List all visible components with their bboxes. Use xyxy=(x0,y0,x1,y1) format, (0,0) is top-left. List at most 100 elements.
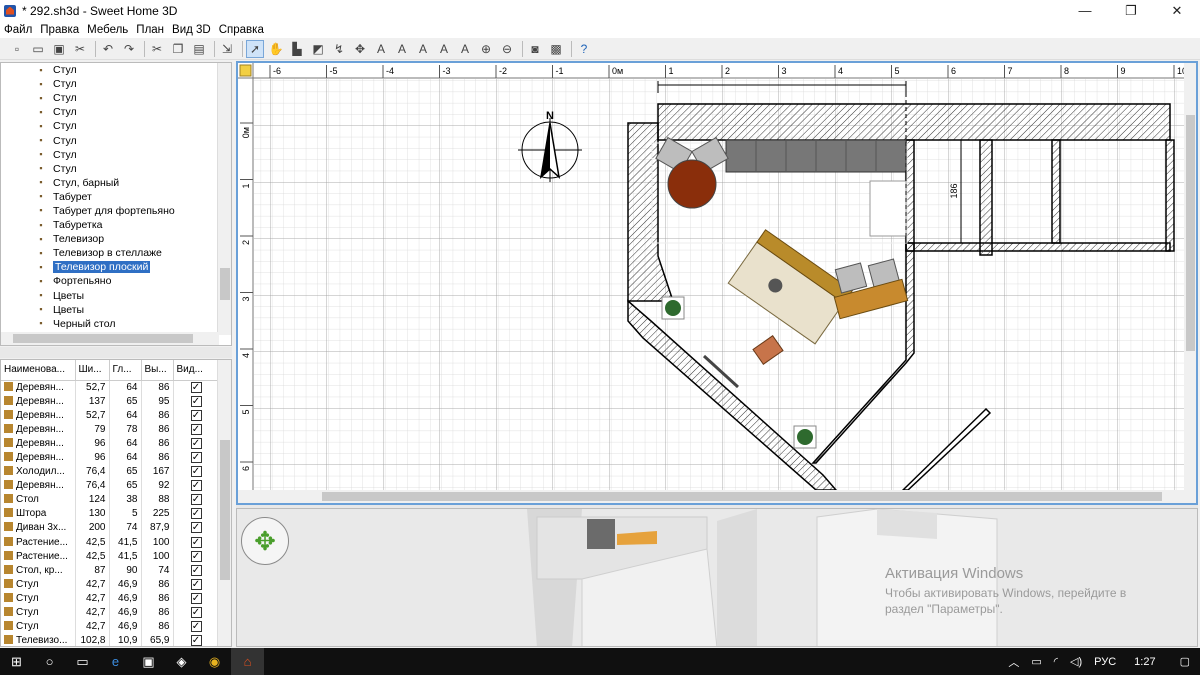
task-view-icon[interactable]: ▭ xyxy=(66,648,99,675)
visible-checkbox[interactable]: ✓ xyxy=(190,409,202,421)
visible-checkbox[interactable]: ✓ xyxy=(190,564,202,576)
minimize-button[interactable]: — xyxy=(1062,0,1108,21)
catalog-item[interactable]: ▪ Стул xyxy=(1,133,231,147)
search-icon[interactable]: ○ xyxy=(33,648,66,675)
text-italic-icon[interactable]: A xyxy=(456,40,474,58)
table-row[interactable]: Растение... 42,5 41,5 100 ✓ xyxy=(1,535,220,550)
help-icon[interactable]: ? xyxy=(575,40,593,58)
italic-icon[interactable]: A xyxy=(435,40,453,58)
ruler-corner-icon[interactable] xyxy=(239,64,252,77)
catalog-item[interactable]: ▪ Стул xyxy=(1,91,231,105)
visible-checkbox[interactable]: ✓ xyxy=(190,494,202,506)
menu-help[interactable]: Справка xyxy=(215,24,268,36)
catalog-item[interactable]: ▪ Цветы xyxy=(1,303,231,317)
table-row[interactable]: Стул 42,7 46,9 86 ✓ xyxy=(1,605,220,620)
visible-checkbox[interactable]: ✓ xyxy=(190,536,202,548)
create-photo-icon[interactable]: ◙ xyxy=(526,40,544,58)
catalog-horizontal-scrollbar[interactable] xyxy=(1,332,219,345)
open-icon[interactable]: ▭ xyxy=(29,40,47,58)
table-row[interactable]: Деревян... 96 64 86 ✓ xyxy=(1,450,220,465)
visible-checkbox[interactable]: ✓ xyxy=(190,395,202,407)
add-furniture-icon[interactable]: ⇲ xyxy=(218,40,236,58)
catalog-item[interactable]: ▪ Стул xyxy=(1,119,231,133)
catalog-item[interactable]: ▪ Фортепьяно xyxy=(1,274,231,288)
visible-checkbox[interactable]: ✓ xyxy=(190,592,202,604)
catalog-item[interactable]: ▪ Стул xyxy=(1,162,231,176)
menu-plan[interactable]: План xyxy=(132,24,168,36)
table-row[interactable]: Стул 42,7 46,9 86 ✓ xyxy=(1,591,220,606)
column-header-width[interactable]: Ши... xyxy=(75,360,110,381)
clock[interactable]: 1:27 xyxy=(1134,656,1155,668)
visible-checkbox[interactable]: ✓ xyxy=(190,508,202,520)
visible-checkbox[interactable]: ✓ xyxy=(190,381,202,393)
table-row[interactable]: Стул 42,7 46,9 86 ✓ xyxy=(1,619,220,634)
plant[interactable] xyxy=(661,296,685,320)
3d-view[interactable]: ✥ Активация Windows Чтобы активировать W… xyxy=(236,508,1198,647)
plan-vertical-scroll-thumb[interactable] xyxy=(1186,115,1195,351)
catalog-item[interactable]: ▪ Стул xyxy=(1,148,231,162)
catalog-item[interactable]: ▪ Табурет для фортепьяно xyxy=(1,204,231,218)
menu-file[interactable]: Файл xyxy=(0,24,36,36)
catalog-item[interactable]: ▪ Стул xyxy=(1,63,231,77)
create-dimensions-icon[interactable]: ✥ xyxy=(351,40,369,58)
visible-checkbox[interactable]: ✓ xyxy=(190,480,202,492)
create-rooms-icon[interactable]: ◩ xyxy=(309,40,327,58)
table-row[interactable]: Деревян... 79 78 86 ✓ xyxy=(1,422,220,437)
zoom-out-icon[interactable]: ⊖ xyxy=(498,40,516,58)
cut-icon[interactable]: ✂ xyxy=(71,40,89,58)
table-row[interactable]: Деревян... 52,7 64 86 ✓ xyxy=(1,408,220,423)
catalog-item[interactable]: ▪ Телевизор плоский xyxy=(1,260,231,274)
plan-view[interactable]: -6 -5 -4 -3 -2 -1 0м 1 2 3 4 5 6 7 8 9 10 0м 1 2 3 4 5 6 xyxy=(236,61,1198,505)
game-icon[interactable]: ◈ xyxy=(165,648,198,675)
save-icon[interactable]: ▣ xyxy=(50,40,68,58)
select-icon[interactable]: ➚ xyxy=(246,39,264,58)
visible-checkbox[interactable]: ✓ xyxy=(190,550,202,562)
plant[interactable] xyxy=(793,425,817,449)
create-polylines-icon[interactable]: ↯ xyxy=(330,40,348,58)
catalog-item[interactable]: ▪ Цветы xyxy=(1,289,231,303)
copy-icon[interactable]: ❐ xyxy=(169,40,187,58)
paste-icon[interactable]: ▤ xyxy=(190,40,208,58)
menu-3d-view[interactable]: Вид 3D xyxy=(168,24,215,36)
column-header-height[interactable]: Вы... xyxy=(141,360,174,381)
store-icon[interactable]: ▣ xyxy=(132,648,165,675)
visible-checkbox[interactable]: ✓ xyxy=(190,621,202,633)
zoom-in-icon[interactable]: ⊕ xyxy=(477,40,495,58)
visible-checkbox[interactable]: ✓ xyxy=(190,437,202,449)
wifi-icon[interactable]: ◜ xyxy=(1054,655,1058,668)
visible-checkbox[interactable]: ✓ xyxy=(190,423,202,435)
create-walls-icon[interactable]: ▙ xyxy=(288,40,306,58)
notifications-icon[interactable]: ▢ xyxy=(1180,655,1190,668)
pan-icon[interactable]: ✋ xyxy=(267,40,285,58)
catalog-vertical-scrollbar[interactable] xyxy=(217,63,231,335)
table-row[interactable]: Стол, кр... 87 90 74 ✓ xyxy=(1,563,220,578)
visible-checkbox[interactable]: ✓ xyxy=(190,578,202,590)
text-style-icon[interactable]: A xyxy=(393,40,411,58)
sweet-home-3d-taskbar-icon[interactable]: ⌂ xyxy=(231,648,264,675)
close-button[interactable]: ✕ xyxy=(1154,0,1200,21)
cut2-icon[interactable]: ✂ xyxy=(148,40,166,58)
chrome-icon[interactable]: ◉ xyxy=(198,648,231,675)
create-video-icon[interactable]: ▩ xyxy=(547,40,565,58)
table-row[interactable]: Телевизо... 102,8 10,9 65,9 ✓ xyxy=(1,633,220,646)
menu-furniture[interactable]: Мебель xyxy=(83,24,132,36)
left-splitter[interactable] xyxy=(0,347,232,358)
add-text-icon[interactable]: A xyxy=(372,40,390,58)
network-icon[interactable]: ▭ xyxy=(1031,655,1041,668)
table-row[interactable]: Стол 124 38 88 ✓ xyxy=(1,492,220,507)
table-row[interactable]: Деревян... 76,4 65 92 ✓ xyxy=(1,478,220,493)
bold-icon[interactable]: A xyxy=(414,40,432,58)
plan-horizontal-scroll-thumb[interactable] xyxy=(322,492,1162,501)
visible-checkbox[interactable]: ✓ xyxy=(190,607,202,619)
catalog-item[interactable]: ▪ Стул, барный xyxy=(1,176,231,190)
catalog-item[interactable]: ▪ Табурет xyxy=(1,190,231,204)
new-icon[interactable]: ▫ xyxy=(8,40,26,58)
table-row[interactable]: Холодил... 76,4 65 167 ✓ xyxy=(1,464,220,479)
furniture-table-scrollbar[interactable] xyxy=(217,360,231,646)
visible-checkbox[interactable]: ✓ xyxy=(190,522,202,534)
column-header-depth[interactable]: Гл... xyxy=(109,360,142,381)
navigation-arrows-icon[interactable]: ✥ xyxy=(241,517,289,565)
tray-chevron-icon[interactable]: ︿ xyxy=(1008,654,1019,670)
redo-icon[interactable]: ↷ xyxy=(120,40,138,58)
undo-icon[interactable]: ↶ xyxy=(99,40,117,58)
